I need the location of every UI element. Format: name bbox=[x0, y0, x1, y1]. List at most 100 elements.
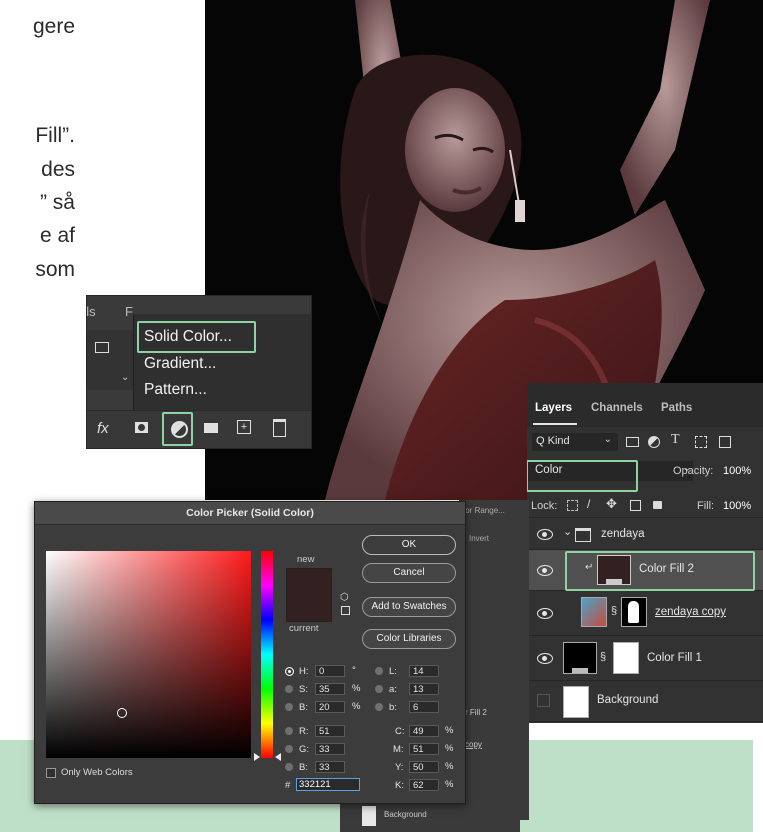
link-icon[interactable]: § bbox=[600, 651, 606, 663]
pixel-filter-icon[interactable] bbox=[626, 437, 639, 447]
layer-row-group[interactable]: ⌄ zendaya bbox=[527, 519, 763, 550]
c-input[interactable]: 49 bbox=[409, 725, 439, 737]
article-line: ” så bbox=[39, 191, 75, 214]
lock-transparency-icon[interactable] bbox=[567, 500, 578, 511]
mask-icon[interactable] bbox=[135, 422, 148, 433]
y-input[interactable]: 50 bbox=[409, 761, 439, 773]
radio-g[interactable] bbox=[285, 745, 293, 753]
color-libraries-button[interactable]: Color Libraries bbox=[362, 629, 456, 649]
image-filter-icon[interactable] bbox=[95, 342, 109, 353]
invert-button[interactable]: Invert bbox=[469, 534, 489, 543]
cancel-button[interactable]: Cancel bbox=[362, 563, 456, 583]
m-input[interactable]: 51 bbox=[409, 743, 439, 755]
unit: % bbox=[445, 779, 454, 790]
visibility-eye-icon[interactable] bbox=[537, 565, 553, 576]
solid-color-highlight bbox=[137, 321, 256, 353]
tab-layers[interactable]: Layers bbox=[535, 402, 572, 414]
layer-name: Background bbox=[384, 810, 427, 819]
lock-all-icon[interactable] bbox=[653, 501, 662, 509]
chevron-down-icon[interactable]: ⌄ bbox=[121, 372, 129, 383]
radio-s[interactable] bbox=[285, 685, 293, 693]
radio-lab-b[interactable] bbox=[375, 703, 383, 711]
unit: ° bbox=[352, 665, 356, 676]
tab-layers-partial[interactable]: els bbox=[87, 304, 96, 319]
adjustment-filter-icon[interactable] bbox=[648, 436, 660, 448]
b-input[interactable]: 20 bbox=[315, 701, 345, 713]
layer-row-zendaya-copy[interactable]: § zendaya copy bbox=[527, 591, 763, 636]
lock-brush-icon[interactable]: / bbox=[587, 497, 590, 511]
web-safe-square-icon[interactable] bbox=[341, 606, 350, 615]
link-icon[interactable]: § bbox=[611, 605, 617, 617]
layers-tabs-bar: Layers Channels Paths bbox=[527, 383, 763, 427]
out-of-gamut-cube-icon[interactable]: ⬡ bbox=[340, 592, 349, 603]
cmyk-y-row: Y: 50 % bbox=[391, 761, 461, 775]
field-label: C: bbox=[395, 726, 405, 737]
fill-label: Fill: bbox=[697, 500, 715, 512]
visibility-eye-icon[interactable] bbox=[537, 529, 553, 540]
dialog-titlebar: Color Picker (Solid Color) bbox=[35, 502, 465, 525]
chevron-down-icon[interactable]: ⌄ bbox=[563, 525, 572, 538]
trash-icon[interactable] bbox=[273, 419, 286, 437]
fill-value[interactable]: 100% bbox=[723, 500, 751, 512]
layer-row-color-fill-1[interactable]: § Color Fill 1 bbox=[527, 636, 763, 681]
fx-icon[interactable]: fx bbox=[97, 420, 109, 437]
only-web-colors-checkbox[interactable] bbox=[46, 768, 56, 778]
radio-h[interactable] bbox=[285, 667, 294, 676]
unit: % bbox=[445, 743, 454, 754]
k-input[interactable]: 62 bbox=[409, 779, 439, 791]
layer-name: zendaya copy bbox=[655, 606, 726, 618]
menu-item-pattern[interactable]: Pattern... bbox=[144, 381, 207, 399]
lock-row: Lock: / ✥ Fill: 100% bbox=[527, 495, 763, 518]
visibility-eye-icon[interactable] bbox=[537, 608, 553, 619]
field-label: b: bbox=[389, 702, 397, 713]
radio-b[interactable] bbox=[285, 703, 293, 711]
field-label: M: bbox=[393, 744, 404, 755]
shape-filter-icon[interactable] bbox=[695, 436, 707, 448]
hue-slider-handle-left[interactable] bbox=[254, 753, 260, 761]
layer-row-background[interactable]: Background bbox=[527, 681, 763, 722]
lock-label: Lock: bbox=[531, 500, 558, 512]
radio-l[interactable] bbox=[375, 667, 383, 675]
folder-icon[interactable] bbox=[204, 423, 218, 433]
lock-artboard-icon[interactable] bbox=[630, 500, 641, 511]
s-input[interactable]: 35 bbox=[315, 683, 345, 695]
lab-b-row: b: 6 bbox=[375, 701, 455, 715]
kind-label: Q Kind bbox=[536, 435, 570, 447]
lab-b-input[interactable]: 6 bbox=[409, 701, 439, 713]
unit: % bbox=[352, 683, 361, 694]
new-layer-icon[interactable]: + bbox=[237, 420, 251, 434]
r-input[interactable]: 51 bbox=[315, 725, 345, 737]
radio-a[interactable] bbox=[375, 685, 383, 693]
only-web-colors-label: Only Web Colors bbox=[61, 767, 133, 778]
visibility-toggle-empty[interactable] bbox=[537, 694, 550, 707]
l-input[interactable]: 14 bbox=[409, 665, 439, 677]
ok-button[interactable]: OK bbox=[362, 535, 456, 555]
visibility-eye-icon[interactable] bbox=[537, 653, 553, 664]
g-input[interactable]: 33 bbox=[315, 743, 345, 755]
radio-blue[interactable] bbox=[285, 763, 293, 771]
tab-partial[interactable]: F bbox=[125, 304, 133, 319]
hue-slider[interactable] bbox=[261, 551, 273, 758]
lock-move-icon[interactable]: ✥ bbox=[606, 496, 617, 512]
picker-cursor[interactable] bbox=[117, 708, 127, 718]
type-filter-icon[interactable]: T bbox=[671, 432, 680, 448]
rgb-r-row: R: 51 bbox=[285, 725, 365, 739]
unit: % bbox=[352, 701, 361, 712]
tab-paths[interactable]: Paths bbox=[661, 402, 692, 414]
smart-object-filter-icon[interactable] bbox=[719, 436, 731, 448]
opacity-label: Opacity: bbox=[673, 465, 714, 477]
hue-slider-handle-right[interactable] bbox=[275, 753, 281, 761]
kind-filter-select[interactable]: Q Kind ⌄ bbox=[532, 433, 618, 451]
opacity-value[interactable]: 100% bbox=[723, 465, 751, 477]
menu-item-gradient[interactable]: Gradient... bbox=[144, 355, 216, 373]
hex-input[interactable]: 332121 bbox=[296, 778, 360, 791]
layers-panel: Layers Channels Paths Q Kind ⌄ T Color ⌄… bbox=[527, 383, 763, 723]
add-to-swatches-button[interactable]: Add to Swatches bbox=[362, 597, 456, 617]
article-text: gere Fill”. des ” så e af som bbox=[0, 0, 75, 300]
tab-channels[interactable]: Channels bbox=[591, 402, 643, 414]
radio-r[interactable] bbox=[285, 727, 293, 735]
saturation-brightness-field[interactable] bbox=[46, 551, 251, 758]
a-input[interactable]: 13 bbox=[409, 683, 439, 695]
h-input[interactable]: 0 bbox=[315, 665, 345, 677]
blue-input[interactable]: 33 bbox=[315, 761, 345, 773]
